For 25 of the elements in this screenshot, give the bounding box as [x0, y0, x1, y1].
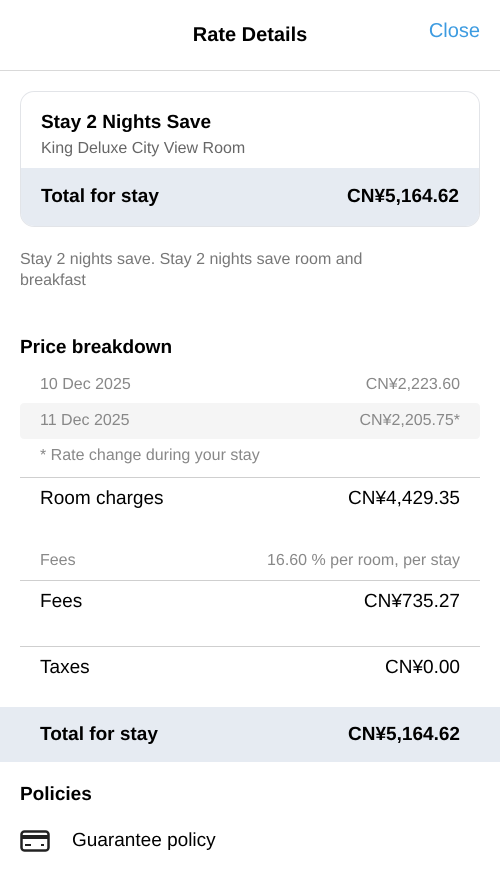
night-date: 10 Dec 2025 [40, 376, 131, 394]
total-amount: CN¥5,164.62 [347, 186, 459, 208]
night-date: 11 Dec 2025 [40, 412, 130, 430]
window-title: Rate Details [192, 24, 308, 46]
charge-label: Taxes [40, 657, 90, 679]
charge-amount: CN¥735.27 [364, 591, 460, 613]
credit-card-icon [20, 830, 50, 852]
section-title: Policies [20, 784, 93, 806]
rate-note: * Rate change during your stay [40, 447, 261, 465]
charge-label: Room charges [40, 488, 164, 510]
charge-amount: CN¥4,429.35 [348, 488, 460, 510]
rate-name: Stay 2 Nights Save [41, 112, 212, 134]
total-label: Total for stay [40, 724, 158, 746]
room-name: King Deluxe City View Room [41, 140, 246, 158]
charge-label: Fees [40, 591, 82, 613]
night-amount: CN¥2,205.75* [359, 412, 460, 430]
total-label: Total for stay [41, 186, 159, 208]
charge-amount: CN¥0.00 [385, 657, 460, 679]
rate-description: Stay 2 nights save. Stay 2 nights save room and breakfast [20, 250, 364, 291]
fee-detail-value: 16.60 % per room, per stay [267, 552, 460, 570]
fee-detail-label: Fees [40, 552, 76, 570]
policy-link[interactable]: Guarantee policy [72, 830, 216, 852]
night-amount: CN¥2,223.60 [366, 376, 460, 394]
total-amount: CN¥5,164.62 [348, 724, 460, 746]
section-title: Price breakdown [20, 337, 174, 359]
